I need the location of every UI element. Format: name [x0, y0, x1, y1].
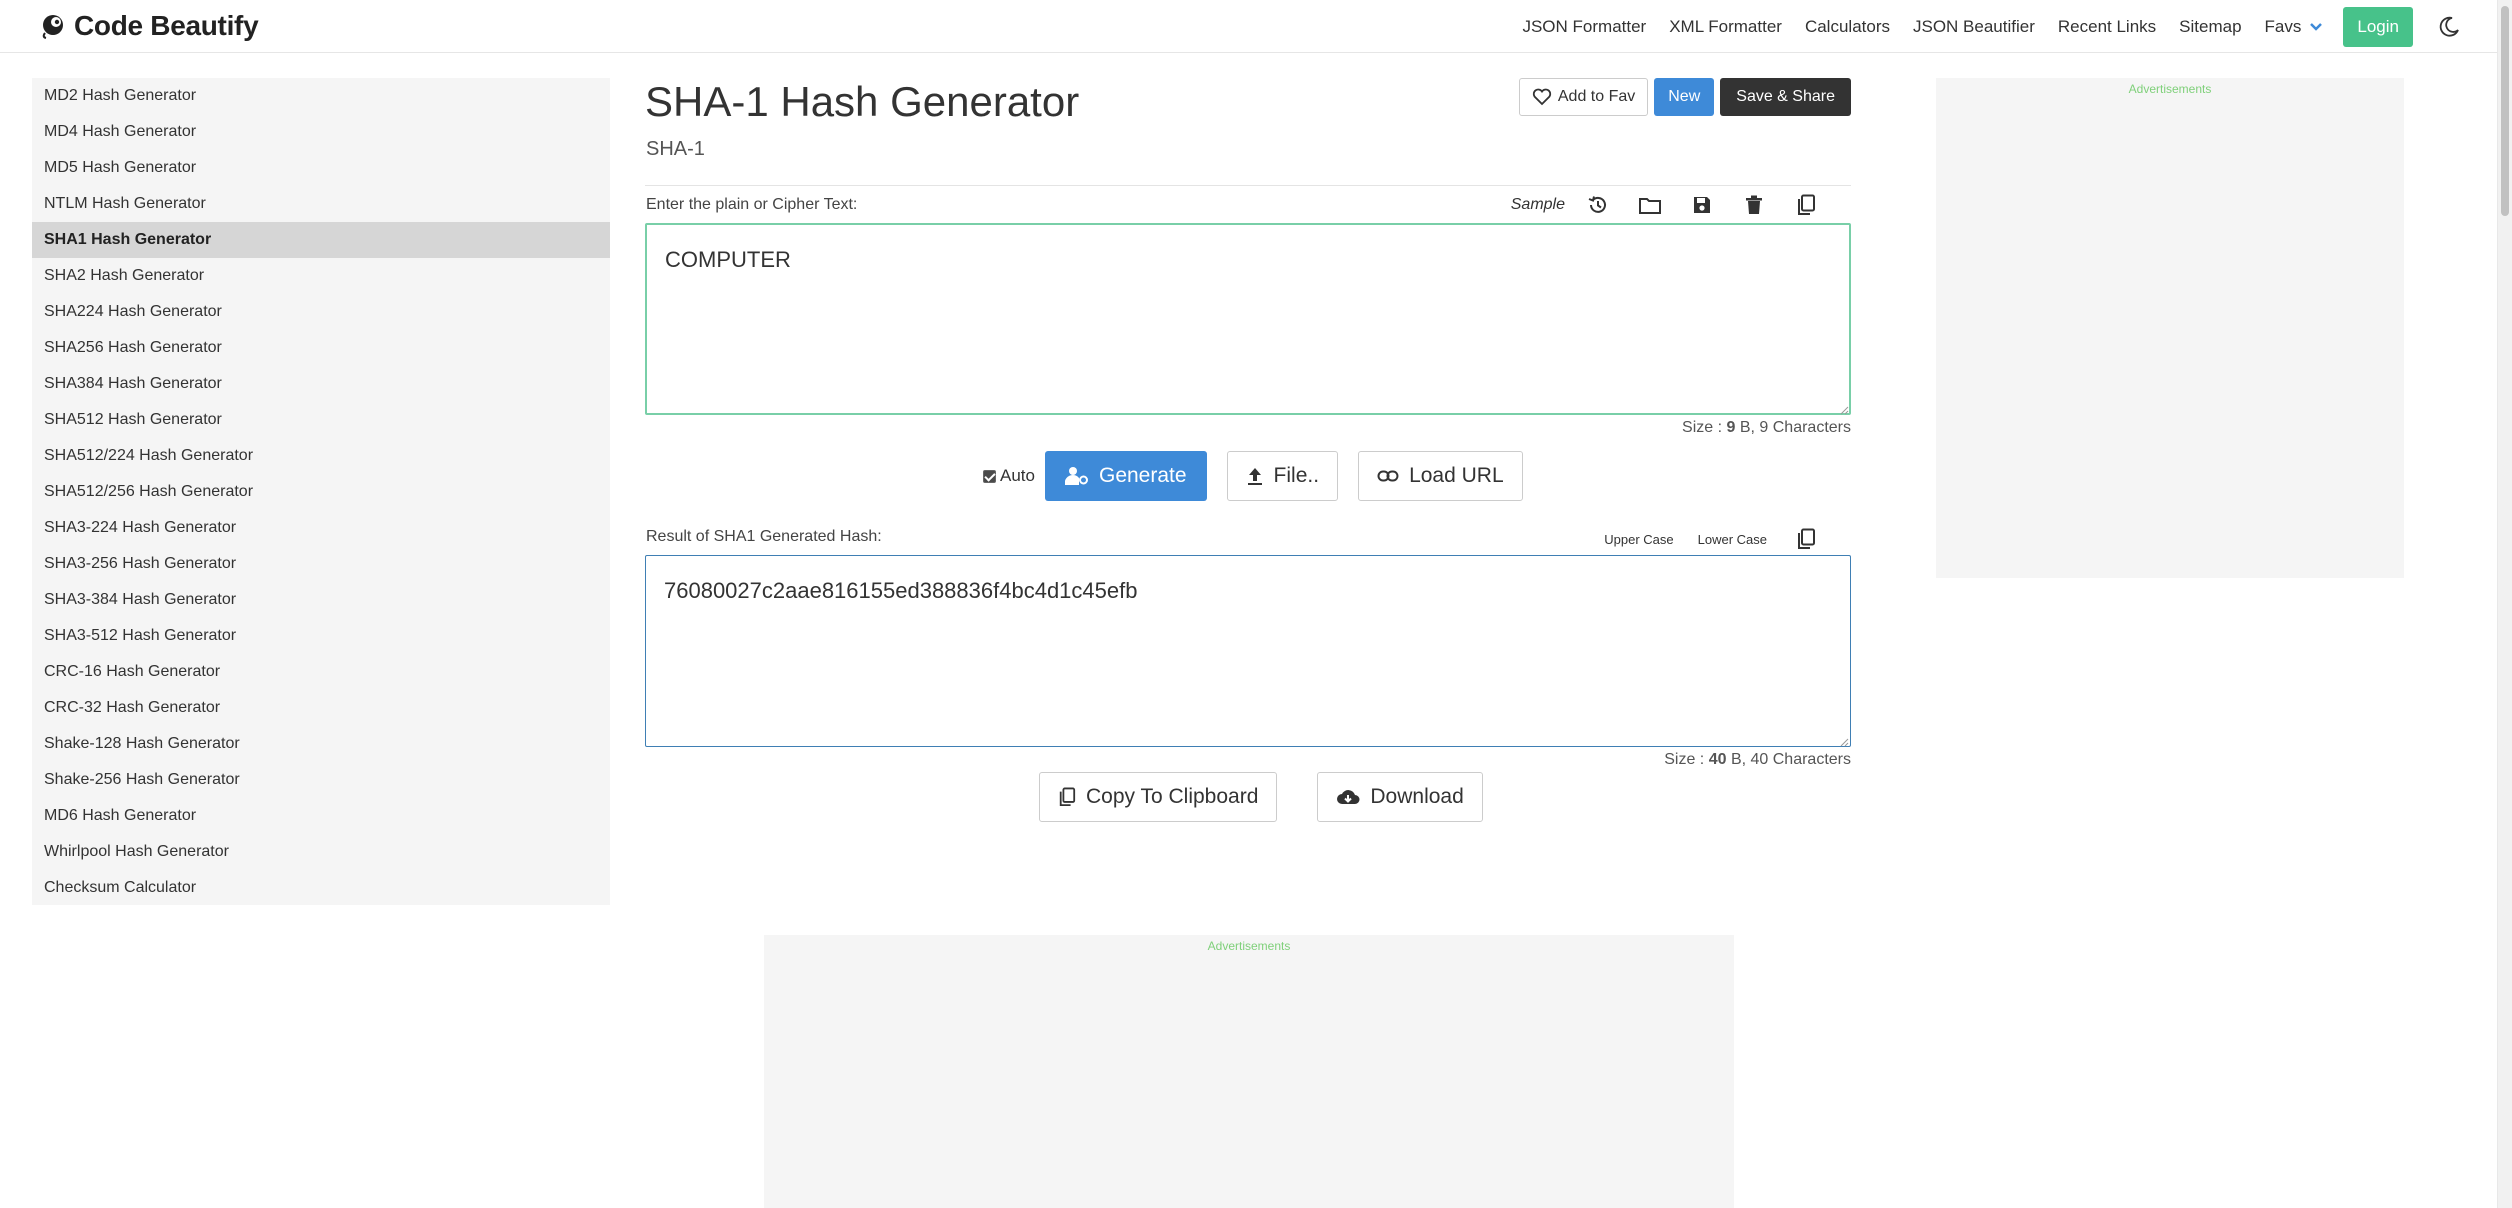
- hash-output[interactable]: 76080027c2aae816155ed388836f4bc4d1c45efb: [645, 555, 1851, 747]
- sidebar-item[interactable]: SHA3-224 Hash Generator: [32, 510, 610, 546]
- scrollbar-thumb[interactable]: [2501, 6, 2509, 216]
- dark-mode-moon-icon[interactable]: [2437, 15, 2461, 39]
- load-url-label: Load URL: [1409, 464, 1504, 487]
- generate-label: Generate: [1098, 464, 1187, 487]
- header-actions: Add to Fav New Save & Share: [1518, 78, 1851, 116]
- sidebar-item[interactable]: SHA3-256 Hash Generator: [32, 546, 610, 582]
- add-to-fav-button[interactable]: Add to Fav: [1518, 78, 1649, 116]
- ad-label: Advertisements: [1207, 939, 1291, 953]
- sidebar-item[interactable]: MD6 Hash Generator: [32, 798, 610, 834]
- sidebar-item[interactable]: SHA512/256 Hash Generator: [32, 474, 610, 510]
- copy-icon[interactable]: [1791, 190, 1821, 220]
- output-size-prefix: Size :: [1664, 751, 1709, 768]
- output-actions: Copy To Clipboard Download: [1039, 772, 1503, 822]
- nav-recent-links[interactable]: Recent Links: [2058, 17, 2156, 37]
- sidebar-item[interactable]: SHA3-512 Hash Generator: [32, 618, 610, 654]
- nav-json-formatter[interactable]: JSON Formatter: [1522, 17, 1646, 37]
- sidebar-item[interactable]: SHA3-384 Hash Generator: [32, 582, 610, 618]
- trash-icon[interactable]: [1739, 190, 1769, 220]
- copy-to-clipboard-button[interactable]: Copy To Clipboard: [1039, 772, 1278, 822]
- divider: [645, 185, 1851, 186]
- sidebar-item[interactable]: Shake-256 Hash Generator: [32, 762, 610, 798]
- upload-icon: [1247, 468, 1262, 485]
- brand-name: Code Beautify: [74, 10, 259, 41]
- sample-link[interactable]: Sample: [1511, 196, 1565, 214]
- add-to-fav-label: Add to Fav: [1557, 88, 1636, 105]
- page-subtitle: SHA-1: [646, 138, 705, 160]
- sidebar-item[interactable]: SHA384 Hash Generator: [32, 366, 610, 402]
- sidebar-item[interactable]: Shake-128 Hash Generator: [32, 726, 610, 762]
- nav-json-beautifier[interactable]: JSON Beautifier: [1913, 17, 2035, 37]
- sidebar-item[interactable]: SHA512/224 Hash Generator: [32, 438, 610, 474]
- resize-handle-icon[interactable]: [1839, 737, 1849, 747]
- sidebar-item[interactable]: SHA512 Hash Generator: [32, 402, 610, 438]
- copy-output-icon[interactable]: [1791, 524, 1821, 554]
- link-icon: [1377, 470, 1399, 482]
- sidebar-item[interactable]: Whirlpool Hash Generator: [32, 834, 610, 870]
- sidebar-item[interactable]: SHA224 Hash Generator: [32, 294, 610, 330]
- output-size-info: Size : 40 B, 40 Characters: [1664, 751, 1851, 769]
- auto-checkbox[interactable]: Auto: [983, 466, 1035, 486]
- download-label: Download: [1370, 785, 1464, 808]
- tools-sidebar: MD2 Hash Generator MD4 Hash Generator MD5 …: [32, 78, 610, 905]
- file-upload-button[interactable]: File..: [1226, 451, 1339, 501]
- nav-xml-formatter[interactable]: XML Formatter: [1669, 17, 1782, 37]
- favs-label: Favs: [2264, 16, 2302, 36]
- output-label: Result of SHA1 Generated Hash:: [646, 528, 882, 545]
- ad-bottom: Advertisements: [764, 935, 1734, 1208]
- input-label: Enter the plain or Cipher Text:: [646, 196, 858, 213]
- auto-label: Auto: [1000, 466, 1035, 485]
- nav-calculators[interactable]: Calculators: [1805, 17, 1890, 37]
- input-toolbar: Sample: [1511, 190, 1821, 220]
- history-icon[interactable]: [1583, 190, 1613, 220]
- copy-icon: [1059, 787, 1076, 806]
- input-size-prefix: Size :: [1682, 419, 1727, 436]
- ad-label: Advertisements: [2128, 82, 2212, 96]
- sidebar-item[interactable]: CRC-32 Hash Generator: [32, 690, 610, 726]
- top-navbar: Code Beautify JSON Formatter XML Formatt…: [0, 0, 2497, 53]
- folder-open-icon[interactable]: [1635, 190, 1665, 220]
- save-share-button[interactable]: Save & Share: [1720, 78, 1851, 116]
- main-nav: JSON Formatter XML Formatter Calculators…: [1522, 0, 2497, 53]
- page-scrollbar[interactable]: [2497, 0, 2512, 1208]
- sidebar-item[interactable]: Checksum Calculator: [32, 870, 610, 906]
- brand-link[interactable]: Code Beautify: [40, 10, 259, 42]
- output-size-suffix: B, 40 Characters: [1726, 751, 1851, 768]
- favs-dropdown[interactable]: Favs: [2265, 17, 2324, 37]
- sidebar-item[interactable]: SHA2 Hash Generator: [32, 258, 610, 294]
- page-title: SHA-1 Hash Generator: [645, 78, 1080, 125]
- new-button[interactable]: New: [1654, 78, 1715, 116]
- load-url-button[interactable]: Load URL: [1358, 451, 1523, 501]
- nav-sitemap[interactable]: Sitemap: [2179, 17, 2241, 37]
- save-icon[interactable]: [1687, 190, 1717, 220]
- sidebar-item[interactable]: CRC-16 Hash Generator: [32, 654, 610, 690]
- sidebar-item[interactable]: MD4 Hash Generator: [32, 114, 610, 150]
- sidebar-item[interactable]: MD5 Hash Generator: [32, 150, 610, 186]
- resize-handle-icon[interactable]: [1839, 405, 1849, 415]
- sidebar-item[interactable]: SHA256 Hash Generator: [32, 330, 610, 366]
- logo-icon: [42, 15, 63, 39]
- output-toolbar: Upper Case Lower Case: [1604, 524, 1821, 554]
- ad-sidebar: Advertisements: [1936, 78, 2404, 578]
- download-button[interactable]: Download: [1317, 772, 1483, 822]
- upper-case-button[interactable]: Upper Case: [1604, 532, 1673, 547]
- file-label: File..: [1273, 464, 1320, 487]
- login-button[interactable]: Login: [2343, 6, 2413, 47]
- output-size-bytes: 40: [1708, 751, 1727, 768]
- cloud-download-icon: [1337, 790, 1360, 804]
- input-size-suffix: B, 9 Characters: [1735, 419, 1851, 436]
- generate-button[interactable]: Generate: [1044, 451, 1207, 501]
- user-gear-icon: [1064, 467, 1088, 485]
- sidebar-item[interactable]: SHA1 Hash Generator: [32, 222, 610, 258]
- input-size-info: Size : 9 B, 9 Characters: [1682, 419, 1851, 437]
- chevron-down-icon: [2310, 22, 2323, 31]
- heart-icon: [1532, 88, 1552, 106]
- sidebar-item[interactable]: MD2 Hash Generator: [32, 78, 610, 114]
- copy-to-clipboard-label: Copy To Clipboard: [1086, 785, 1259, 808]
- checkbox-checked[interactable]: [983, 469, 996, 483]
- sidebar-item[interactable]: NTLM Hash Generator: [32, 186, 610, 222]
- plain-text-input[interactable]: COMPUTER: [645, 223, 1851, 415]
- generate-controls: Auto Generate File.. Load URL: [983, 451, 1543, 501]
- lower-case-button[interactable]: Lower Case: [1698, 532, 1767, 547]
